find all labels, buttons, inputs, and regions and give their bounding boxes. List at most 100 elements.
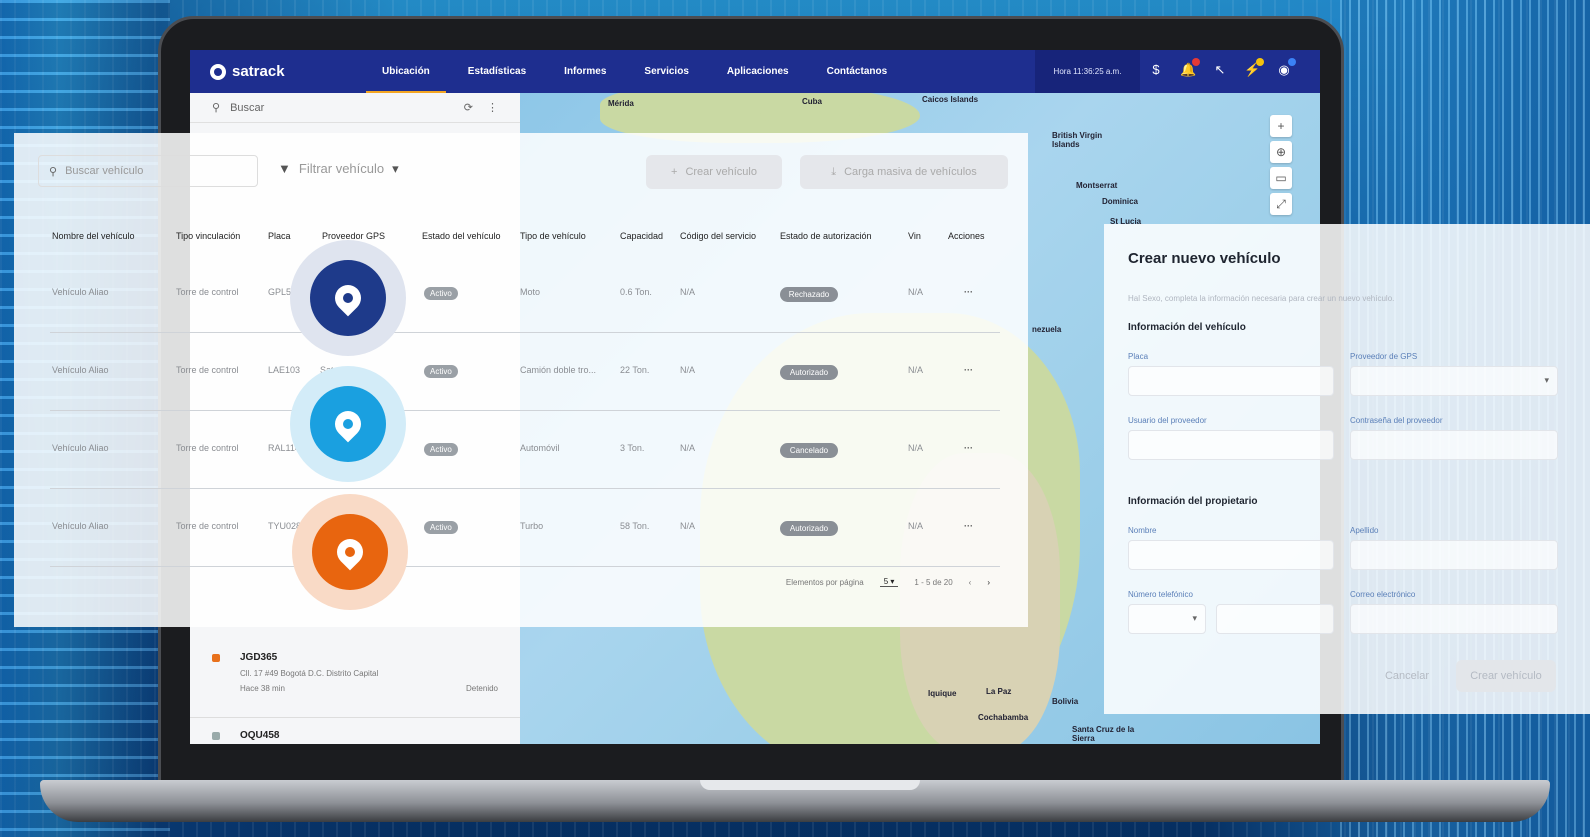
layers-button[interactable]: ⊕ <box>1270 141 1292 163</box>
cell-name: Vehículo Aliao <box>52 287 109 297</box>
cell-link: Torre de control <box>176 443 239 453</box>
list-item[interactable]: JGD365 Cll. 17 #49 Bogotá D.C. Distrito … <box>190 640 520 718</box>
pin-badge-orange <box>292 494 408 610</box>
cell-type: Turbo <box>520 521 544 531</box>
more-actions-icon[interactable]: ··· <box>964 443 973 453</box>
cell-capacity: 58 Ton. <box>620 521 650 531</box>
table-row[interactable]: Vehículo Aliao Torre de control TYU028 A… <box>50 489 1000 567</box>
laptop-base <box>40 780 1550 822</box>
table-row[interactable]: Vehículo Aliao Torre de control RAL114 A… <box>50 411 1000 489</box>
cell-link: Torre de control <box>176 365 239 375</box>
cancel-button[interactable]: Cancelar <box>1362 660 1452 692</box>
chevron-down-icon: ▾ <box>890 577 895 586</box>
nav-ubicacion[interactable]: Ubicación <box>366 66 446 94</box>
zoom-in-button[interactable]: + <box>1270 115 1292 137</box>
table-row[interactable]: Vehículo Aliao Torre de control GPL567 A… <box>50 255 1000 333</box>
section-owner-info: Información del propietario <box>1128 496 1258 507</box>
list-search[interactable]: ⚲ Buscar ⟳ ⋮ <box>190 93 520 123</box>
laptop-notch <box>700 780 920 790</box>
submit-button[interactable]: Crear vehículo <box>1456 660 1556 692</box>
chevron-down-icon: ▾ <box>1192 613 1197 623</box>
map-label: nezuela <box>1032 325 1062 334</box>
provider-user-label: Usuario del proveedor <box>1128 416 1207 425</box>
page-range: 1 - 5 de 20 <box>914 577 953 587</box>
provider-user-field[interactable] <box>1128 430 1334 460</box>
phone-prefix-select[interactable]: ▾ <box>1128 604 1206 634</box>
flash-icon[interactable]: ⚡ <box>1244 58 1264 78</box>
main-menu: Ubicación Estadísticas Informes Servicio… <box>366 66 888 94</box>
filter-label: Filtrar vehículo <box>298 161 385 176</box>
vehicles-toolbar: ⚲ Buscar vehículo ▼ Filtrar vehículo ▾ +… <box>38 155 1008 189</box>
per-page-select[interactable]: 5 ▾ <box>879 577 899 587</box>
status-badge: Activo <box>424 521 458 534</box>
plate-field[interactable] <box>1128 366 1334 396</box>
more-actions-icon[interactable]: ··· <box>964 521 973 531</box>
more-vert-icon[interactable]: ⋮ <box>487 101 498 114</box>
map-label: Cochabamba <box>978 713 1029 722</box>
filter-icon: ▼ <box>278 161 291 176</box>
name-field[interactable] <box>1128 540 1334 570</box>
provider-password-field[interactable] <box>1350 430 1558 460</box>
col-service: Código del servicio <box>680 231 757 241</box>
auth-badge: Cancelado <box>780 443 838 458</box>
auth-badge: Rechazado <box>780 287 838 302</box>
phone-field[interactable] <box>1216 604 1334 634</box>
bell-icon[interactable]: 🔔 <box>1180 58 1200 78</box>
list-item[interactable]: OQU458 <box>190 718 520 744</box>
cell-vin: N/A <box>908 443 924 453</box>
user-icon[interactable]: ◉ <box>1276 58 1296 78</box>
clock-display: Hora 11:36:25 a.m. <box>1035 50 1140 93</box>
nav-servicios[interactable]: Servicios <box>644 66 688 77</box>
map-label: Caicos Islands <box>922 95 979 104</box>
pin-hole <box>340 290 356 306</box>
status-badge: Activo <box>424 443 458 456</box>
provider-select[interactable]: ▾ <box>1350 366 1558 396</box>
more-actions-icon[interactable]: ··· <box>964 287 973 297</box>
more-actions-icon[interactable]: ··· <box>964 365 973 375</box>
nav-aplicaciones[interactable]: Aplicaciones <box>727 66 789 77</box>
cursor-icon[interactable]: ↖ <box>1212 62 1228 78</box>
refresh-icon[interactable]: ⟳ <box>464 101 473 114</box>
pin-hole <box>340 416 356 432</box>
nav-contactanos[interactable]: Contáctanos <box>827 66 888 77</box>
table-row[interactable]: Vehículo Aliao Torre de control LAE103 S… <box>50 333 1000 411</box>
flash-dot <box>1256 58 1264 66</box>
bulk-upload-button[interactable]: ⤓ Carga masiva de vehículos <box>800 155 1008 189</box>
fullscreen-button[interactable]: ⤢ <box>1270 193 1292 215</box>
cell-type: Automóvil <box>520 443 560 453</box>
pin-shape: .p1::after{background:#1e3a8a} <box>329 279 367 317</box>
nav-informes[interactable]: Informes <box>564 66 606 77</box>
name-label: Nombre <box>1128 526 1157 535</box>
email-field[interactable] <box>1350 604 1558 634</box>
brand-logo[interactable]: satrack <box>210 63 330 80</box>
cell-name: Vehículo Aliao <box>52 443 109 453</box>
dollar-icon[interactable]: $ <box>1148 62 1164 78</box>
top-navbar: satrack Ubicación Estadísticas Informes … <box>190 50 1320 94</box>
list-item-plate: JGD365 <box>240 652 278 663</box>
create-vehicle-button[interactable]: + Crear vehículo <box>646 155 782 189</box>
search-icon: ⚲ <box>212 102 221 114</box>
provider-label: Proveedor de GPS <box>1350 352 1418 361</box>
pin-badge-navy: .p1::after{background:#1e3a8a} <box>290 240 406 356</box>
filter-dropdown[interactable]: ▼ Filtrar vehículo ▾ <box>278 161 399 177</box>
location-pin-icon <box>310 386 386 462</box>
nav-estadisticas[interactable]: Estadísticas <box>468 66 526 77</box>
cell-name: Vehículo Aliao <box>52 521 109 531</box>
status-flag-icon <box>212 654 220 662</box>
plus-icon: + <box>671 166 678 178</box>
map-label: Dominica <box>1102 197 1139 206</box>
vehicle-search-input[interactable]: ⚲ Buscar vehículo <box>38 155 258 187</box>
list-item-status: Detenido <box>465 684 498 693</box>
lastname-field[interactable] <box>1350 540 1558 570</box>
cell-service: N/A <box>680 521 696 531</box>
pin-hole <box>342 544 358 560</box>
map-label: Santa Cruz de la Sierra <box>1072 725 1135 743</box>
satrack-logo-icon <box>210 63 226 80</box>
map-type-button[interactable]: ▭ <box>1270 167 1292 189</box>
col-plate: Placa <box>268 231 291 241</box>
cell-type: Moto <box>520 287 541 297</box>
prev-page-icon[interactable]: ‹ <box>969 578 972 587</box>
next-page-icon[interactable]: › <box>987 578 990 587</box>
map-label: Iquique <box>928 689 957 698</box>
map-label: Bolivia <box>1052 697 1079 706</box>
